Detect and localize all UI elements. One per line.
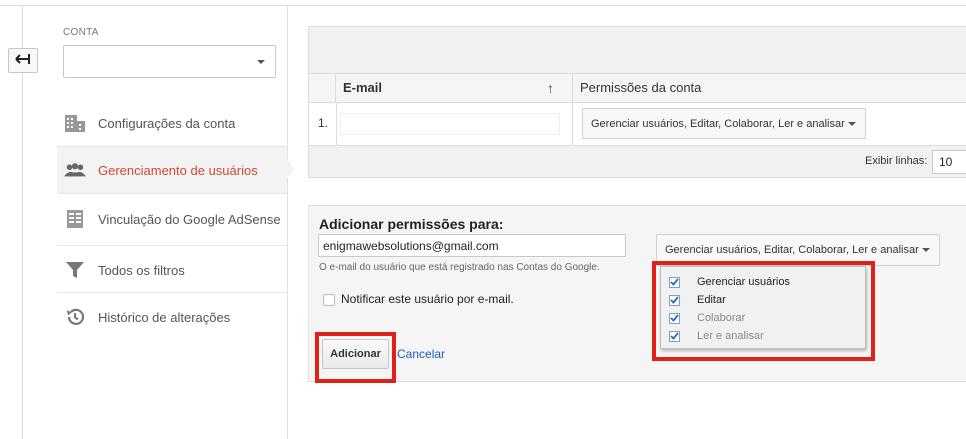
row-email bbox=[340, 113, 560, 135]
nav-separator bbox=[57, 245, 287, 246]
sidebar-item-label: Configurações da conta bbox=[98, 115, 236, 131]
header-num-cell bbox=[309, 74, 336, 103]
column-divider bbox=[572, 103, 573, 145]
sidebar-item-label: Todos os filtros bbox=[98, 262, 185, 278]
table-header: E-mail ↑ Permissões da conta bbox=[308, 74, 966, 103]
table-footer: Exibir linhas: 10 bbox=[308, 145, 966, 178]
building-icon bbox=[64, 112, 86, 134]
cancel-link[interactable]: Cancelar bbox=[397, 347, 445, 361]
account-select[interactable] bbox=[63, 45, 276, 78]
rows-per-page-input[interactable]: 10 bbox=[932, 150, 966, 174]
email-field[interactable] bbox=[318, 234, 626, 257]
add-permissions-title: Adicionar permissões para: bbox=[319, 216, 504, 232]
back-arrow-icon bbox=[15, 53, 31, 68]
column-header-email[interactable]: E-mail bbox=[343, 80, 382, 95]
sort-ascending-icon[interactable]: ↑ bbox=[547, 80, 554, 96]
table-row: 1. Gerenciar usuários, Editar, Colaborar… bbox=[308, 103, 966, 145]
nav-separator bbox=[57, 193, 287, 194]
row-permissions-select[interactable]: Gerenciar usuários, Editar, Colaborar, L… bbox=[582, 108, 866, 139]
sidebar-item-label: Vinculação do Google AdSense bbox=[98, 211, 281, 227]
row-permissions-value: Gerenciar usuários, Editar, Colaborar, L… bbox=[591, 117, 845, 130]
notify-user-label[interactable]: Notificar este usuário por e-mail. bbox=[341, 292, 514, 306]
table-toolbar bbox=[308, 26, 966, 74]
row-number: 1. bbox=[318, 116, 329, 130]
permissions-select-value: Gerenciar usuários, Editar, Colaborar, L… bbox=[665, 244, 919, 256]
account-label: CONTA bbox=[63, 27, 99, 38]
active-indicator bbox=[287, 159, 294, 179]
top-divider bbox=[0, 5, 966, 6]
filter-icon bbox=[64, 259, 86, 281]
sidebar-item-label: Histórico de alterações bbox=[98, 309, 231, 325]
highlight-box-add-button bbox=[315, 332, 396, 383]
column-divider bbox=[336, 103, 337, 145]
history-icon bbox=[64, 306, 86, 328]
column-divider bbox=[572, 74, 573, 103]
chevron-down-icon bbox=[922, 248, 930, 252]
sidebar-item-all-filters[interactable]: Todos os filtros bbox=[57, 247, 287, 293]
sidebar-item-adsense[interactable]: Vinculação do Google AdSense bbox=[57, 196, 287, 242]
highlight-box-permissions bbox=[652, 261, 875, 361]
rows-per-page-label: Exibir linhas: bbox=[865, 155, 928, 167]
sidebar-item-account-settings[interactable]: Configurações da conta bbox=[57, 100, 287, 146]
collapse-back-button[interactable] bbox=[8, 48, 38, 73]
sidebar-item-user-management[interactable]: Gerenciamento de usuários bbox=[57, 147, 287, 193]
column-header-permissions[interactable]: Permissões da conta bbox=[580, 80, 701, 95]
notify-user-checkbox[interactable] bbox=[323, 294, 335, 306]
sidebar-divider bbox=[287, 6, 288, 439]
chevron-down-icon bbox=[848, 122, 856, 126]
sidebar-item-label: Gerenciamento de usuários bbox=[98, 162, 258, 178]
nav-separator bbox=[57, 292, 287, 293]
adsense-icon bbox=[64, 208, 86, 230]
sidebar-item-change-history[interactable]: Histórico de alterações bbox=[57, 294, 287, 340]
users-icon bbox=[64, 159, 86, 181]
chevron-down-icon bbox=[257, 60, 265, 64]
email-help-text: O e-mail do usuário que está registrado … bbox=[319, 262, 600, 273]
